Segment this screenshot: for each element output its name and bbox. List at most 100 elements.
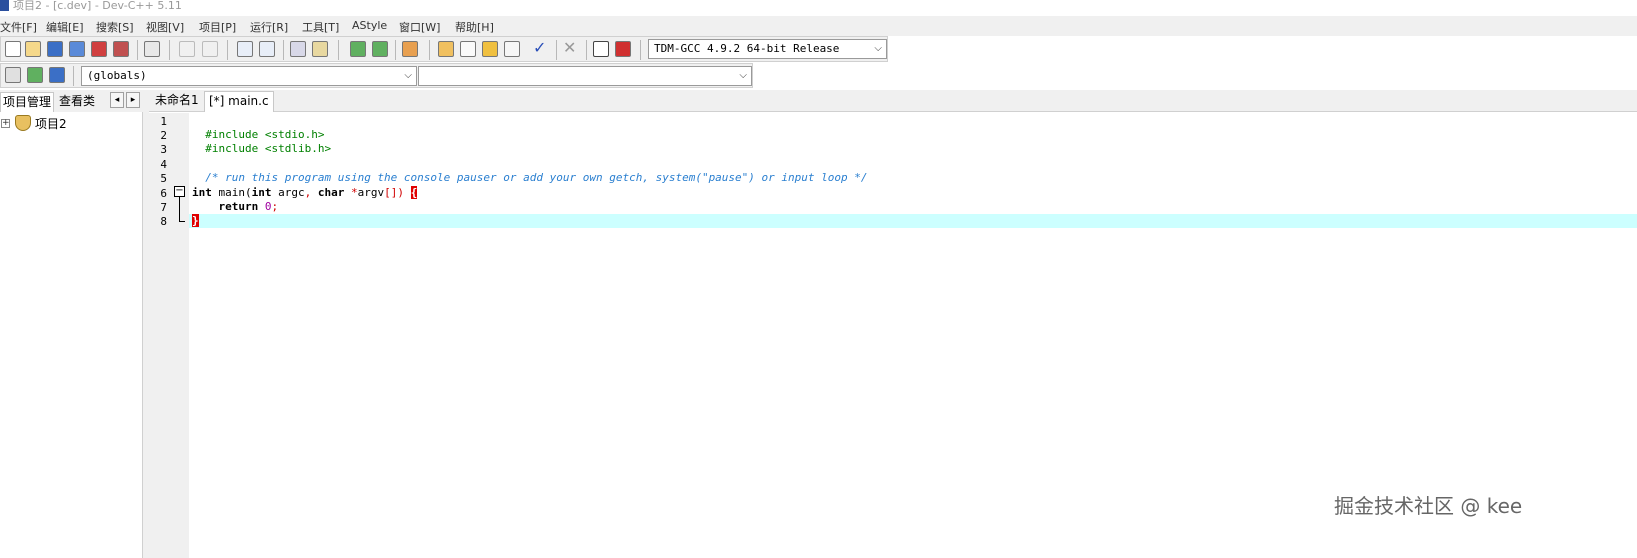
matched-brace: { xyxy=(410,186,418,199)
code-symbol: ; xyxy=(271,200,279,213)
line-number: 3 xyxy=(160,143,167,156)
globals-select-value: (globals) xyxy=(87,69,147,82)
number-literal: 0 xyxy=(264,200,272,213)
find-icon[interactable] xyxy=(237,41,253,57)
line-number: 7 xyxy=(160,201,167,214)
tab-class-view[interactable]: 查看类 xyxy=(57,92,97,112)
menu-tools[interactable]: 工具[T] xyxy=(302,19,339,35)
close-file-icon[interactable] xyxy=(91,41,107,57)
menu-project[interactable]: 项目[P] xyxy=(199,19,236,35)
keyword: int xyxy=(192,186,212,199)
close-all-icon[interactable] xyxy=(113,41,129,57)
code-line-8: } xyxy=(192,214,199,228)
code-text: argv xyxy=(357,186,385,199)
code-symbol: * xyxy=(351,186,358,199)
main-toolbar: ✓ ✕ TDM-GCC 4.9.2 64-bit Release ⌵ xyxy=(0,36,888,62)
undo-icon[interactable] xyxy=(179,41,195,57)
code-line-4: /* run this program using the console pa… xyxy=(192,157,868,185)
run-icon[interactable] xyxy=(460,41,476,57)
matched-brace: } xyxy=(192,214,199,227)
line-number: 5 xyxy=(160,172,167,185)
add-to-project-icon[interactable] xyxy=(350,41,366,57)
menu-help[interactable]: 帮助[H] xyxy=(455,19,494,35)
tab-scroll-left-button[interactable]: ◂ xyxy=(110,92,124,108)
syntax-check-icon[interactable]: ✓ xyxy=(533,40,549,57)
chevron-down-icon: ⌵ xyxy=(874,43,882,54)
line-number: 1 xyxy=(160,115,167,128)
project-options-icon[interactable] xyxy=(402,41,418,57)
chevron-down-icon: ⌵ xyxy=(404,70,412,81)
insert-icon[interactable] xyxy=(5,67,21,83)
chevron-down-icon: ⌵ xyxy=(739,70,747,81)
keyword: return xyxy=(218,200,259,213)
tab-main-c[interactable]: [*] main.c xyxy=(204,91,274,112)
compile-icon[interactable] xyxy=(438,41,454,57)
fold-collapse-icon[interactable]: − xyxy=(174,186,185,197)
project-icon xyxy=(15,115,31,131)
menu-window[interactable]: 窗口[W] xyxy=(399,19,440,35)
keyword: char xyxy=(317,186,345,199)
watermark: 掘金技术社区 @ kee xyxy=(1334,494,1523,518)
members-select[interactable]: ⌵ xyxy=(418,66,752,86)
code-line-7: return 0; xyxy=(192,200,279,214)
line-number: 2 xyxy=(160,129,167,142)
fold-guide xyxy=(179,197,180,221)
class-toolbar: (globals) ⌵ ⌵ xyxy=(0,63,753,88)
unindent-icon[interactable] xyxy=(312,41,328,57)
goto-icon[interactable] xyxy=(27,67,43,83)
menu-run[interactable]: 运行[R] xyxy=(250,19,288,35)
menu-search[interactable]: 搜索[S] xyxy=(96,19,134,35)
code-line-6: int main(int argc, char *argv[]) { xyxy=(192,186,418,200)
rebuild-all-icon[interactable] xyxy=(504,41,520,57)
left-panel-tabs: 项目管理 查看类 ◂ ▸ xyxy=(0,90,145,112)
menu-file[interactable]: 文件[F] xyxy=(0,19,37,35)
menu-bar: 文件[F] 编辑[E] 搜索[S] 视图[V] 项目[P] 运行[R] 工具[T… xyxy=(0,16,1637,36)
tab-project-manager[interactable]: 项目管理 xyxy=(0,92,55,112)
title-bar: 项目2 - [c.dev] - Dev-C++ 5.11 xyxy=(0,0,1637,16)
new-file-icon[interactable] xyxy=(5,41,21,57)
project-tree: + 项目2 xyxy=(0,112,143,558)
menu-view[interactable]: 视图[V] xyxy=(146,19,184,35)
code-comment: /* run this program using the console pa… xyxy=(205,171,868,184)
code-line-2: #include <stdlib.h> xyxy=(192,128,331,156)
keyword: int xyxy=(251,186,272,199)
compiler-select[interactable]: TDM-GCC 4.9.2 64-bit Release ⌵ xyxy=(648,39,887,59)
line-number: 8 xyxy=(160,215,167,228)
code-symbol: []) xyxy=(384,186,404,199)
profile-analysis-icon[interactable] xyxy=(593,41,609,57)
compile-run-icon[interactable] xyxy=(482,41,498,57)
delete-profiling-icon[interactable] xyxy=(615,41,631,57)
save-all-icon[interactable] xyxy=(69,41,85,57)
tree-item-project[interactable]: 项目2 xyxy=(35,115,67,132)
compiler-select-value: TDM-GCC 4.9.2 64-bit Release xyxy=(654,42,840,55)
menu-edit[interactable]: 编辑[E] xyxy=(46,19,84,35)
app-icon xyxy=(0,0,9,11)
menu-astyle[interactable]: AStyle xyxy=(352,19,387,32)
save-icon[interactable] xyxy=(47,41,63,57)
editor-tabs: 未命名1 [*] main.c xyxy=(149,90,1637,112)
bookmark-icon[interactable] xyxy=(49,67,65,83)
redo-icon[interactable] xyxy=(202,41,218,57)
globals-select[interactable]: (globals) ⌵ xyxy=(81,66,417,86)
code-text: main( xyxy=(211,186,252,199)
open-file-icon[interactable] xyxy=(25,41,41,57)
current-line-highlight xyxy=(189,214,1637,228)
replace-icon[interactable] xyxy=(259,41,275,57)
code-text: argc xyxy=(271,186,305,199)
preprocessor-directive: #include <stdlib.h> xyxy=(205,142,332,155)
tree-expander-icon[interactable]: + xyxy=(1,119,10,128)
stop-execution-icon[interactable]: ✕ xyxy=(563,40,579,57)
print-icon[interactable] xyxy=(144,41,160,57)
tab-scroll-right-button[interactable]: ▸ xyxy=(126,92,140,108)
tab-untitled1[interactable]: 未命名1 xyxy=(151,91,203,112)
window-title: 项目2 - [c.dev] - Dev-C++ 5.11 xyxy=(13,0,182,12)
line-number: 4 xyxy=(160,158,167,171)
remove-from-project-icon[interactable] xyxy=(372,41,388,57)
indent-icon[interactable] xyxy=(290,41,306,57)
fold-guide-end xyxy=(179,221,185,222)
